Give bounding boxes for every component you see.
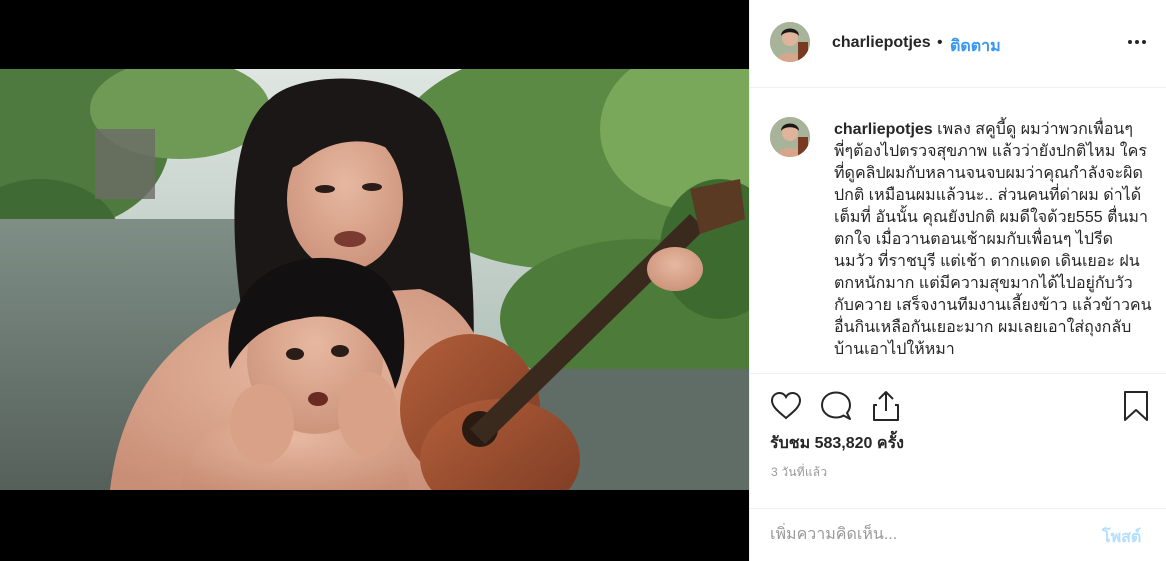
post-side-panel: charliepotjes • ติดตาม charliepotjes เพล… <box>749 0 1166 561</box>
bookmark-icon[interactable] <box>1118 388 1154 424</box>
username-link[interactable]: charliepotjes <box>832 34 931 52</box>
heart-icon[interactable] <box>768 388 804 424</box>
post-comment-button[interactable]: โพสต์ <box>1102 525 1141 550</box>
more-options-icon[interactable] <box>1123 30 1151 54</box>
view-count[interactable]: รับชม 583,820 ครั้ง <box>770 431 904 456</box>
more-dot <box>1128 40 1132 44</box>
video-frame-image <box>0 69 749 490</box>
video-player[interactable] <box>0 69 749 490</box>
share-icon-svg <box>873 391 899 421</box>
post-header: charliepotjes • ติดตาม <box>750 0 1166 88</box>
caption-avatar[interactable] <box>770 117 810 157</box>
post-caption: charliepotjes เพลง สคูบี้ดู ผมว่าพวกเพื่… <box>834 119 1152 361</box>
more-dot <box>1142 40 1146 44</box>
post-media[interactable] <box>0 0 749 561</box>
heart-icon-svg <box>770 391 802 420</box>
avatar-image <box>770 22 810 62</box>
caption-text: เพลง สคูบี้ดู ผมว่าพวกเพื่อนๆพี่ๆต้องไปต… <box>834 121 1152 358</box>
bookmark-icon-svg <box>1124 391 1148 421</box>
comment-input[interactable] <box>770 523 1070 547</box>
avatar-image <box>770 117 810 157</box>
separator-dot: • <box>937 34 943 51</box>
avatar[interactable] <box>770 22 810 62</box>
more-dot <box>1135 40 1139 44</box>
caption-section: charliepotjes เพลง สคูบี้ดู ผมว่าพวกเพื่… <box>750 89 1166 373</box>
share-icon[interactable] <box>868 388 904 424</box>
post-timestamp[interactable]: 3 วันที่แล้ว <box>771 463 827 482</box>
comment-box: โพสต์ <box>750 508 1166 561</box>
follow-button[interactable]: ติดตาม <box>950 34 1001 59</box>
caption-username-link[interactable]: charliepotjes <box>834 121 933 138</box>
comment-icon-svg <box>821 391 851 420</box>
action-bar: รับชม 583,820 ครั้ง 3 วันที่แล้ว <box>750 373 1166 509</box>
comment-icon[interactable] <box>818 388 854 424</box>
